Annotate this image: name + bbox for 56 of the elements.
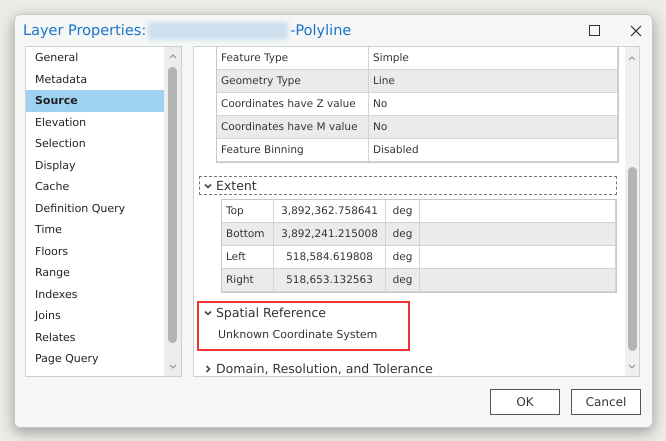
scroll-down-icon[interactable] bbox=[628, 364, 636, 370]
table-cell: 518,584.619808 bbox=[274, 246, 386, 268]
table-cell: Disabled bbox=[369, 139, 618, 161]
table-cell: Left bbox=[222, 246, 274, 268]
table-cell: deg bbox=[386, 269, 420, 291]
table-cell: Bottom bbox=[222, 223, 274, 245]
table-cell: deg bbox=[386, 246, 420, 268]
sidebar-item[interactable]: Relates bbox=[26, 326, 164, 348]
sidebar-item[interactable]: Time bbox=[26, 219, 164, 240]
sidebar-item[interactable]: Indexes bbox=[26, 284, 164, 305]
chevron-down-icon bbox=[204, 308, 212, 316]
table-cell: 3,892,241.215008 bbox=[274, 223, 386, 245]
sidebar-item[interactable]: Cache bbox=[26, 176, 164, 198]
table-cell: Coordinates have M value bbox=[217, 116, 369, 138]
scrollbar[interactable] bbox=[164, 47, 181, 376]
sidebar-item[interactable]: Range bbox=[26, 262, 164, 284]
chevron-right-icon bbox=[204, 364, 212, 372]
scroll-up-icon[interactable] bbox=[168, 53, 176, 59]
table-cell: No bbox=[369, 93, 618, 115]
sidebar-item[interactable]: Display bbox=[26, 154, 164, 176]
sidebar-item[interactable]: Joins bbox=[26, 305, 164, 326]
sidebar-item[interactable]: Page Query bbox=[26, 348, 164, 370]
scroll-up-icon[interactable] bbox=[628, 55, 636, 61]
section-header[interactable]: Domain, Resolution, and Tolerance bbox=[199, 359, 438, 376]
table-cell: 518,653.132563 bbox=[274, 269, 386, 291]
window-title: -Polyline bbox=[290, 22, 352, 38]
sidebar-item[interactable]: General bbox=[26, 47, 164, 68]
table-cell: Simple bbox=[369, 47, 618, 69]
sidebar-item[interactable]: Definition Query bbox=[26, 198, 164, 219]
table-cell: Feature Binning bbox=[217, 139, 369, 161]
window-title: Layer Properties: bbox=[23, 22, 146, 38]
table-cell: deg bbox=[386, 223, 420, 245]
section-header[interactable]: Spatial Reference bbox=[199, 303, 408, 322]
close-button[interactable] bbox=[630, 24, 642, 36]
scrollbar[interactable] bbox=[625, 47, 639, 376]
table-cell: Top bbox=[222, 200, 274, 222]
spatial-reference-text: Unknown Coordinate System bbox=[217, 327, 378, 343]
table-cell: Geometry Type bbox=[217, 70, 369, 92]
chevron-down-icon bbox=[204, 182, 212, 190]
table-cell: Feature Type bbox=[217, 47, 369, 69]
ok-button[interactable]: OK bbox=[490, 389, 560, 415]
sidebar-item[interactable]: Floors bbox=[26, 240, 164, 262]
table-cell: No bbox=[369, 116, 618, 138]
scroll-down-icon[interactable] bbox=[168, 364, 176, 370]
sidebar-item[interactable]: Source bbox=[26, 90, 164, 112]
table-cell: deg bbox=[386, 200, 420, 222]
table-cell: Right bbox=[222, 269, 274, 291]
table-cell: Line bbox=[369, 70, 618, 92]
sidebar-item[interactable]: Metadata bbox=[26, 68, 164, 90]
table-cell: 3,892,362.758641 bbox=[274, 200, 386, 222]
maximize-button[interactable] bbox=[589, 25, 600, 36]
cancel-button[interactable]: Cancel bbox=[571, 389, 641, 415]
table-cell: Coordinates have Z value bbox=[217, 93, 369, 115]
sidebar-item[interactable]: Selection bbox=[26, 133, 164, 154]
section-header[interactable]: Extent bbox=[199, 176, 617, 195]
sidebar-item[interactable]: Elevation bbox=[26, 112, 164, 133]
